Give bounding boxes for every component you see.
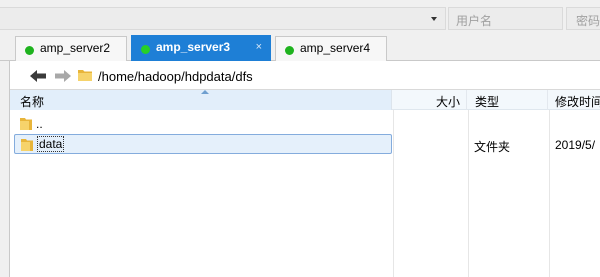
status-dot-icon (141, 45, 150, 54)
sort-ascending-icon (201, 90, 209, 94)
forward-arrow-icon[interactable] (53, 68, 73, 84)
username-field[interactable]: 用户名 (448, 7, 563, 30)
tab-amp-server4[interactable]: amp_server4 (275, 36, 387, 61)
close-icon[interactable]: × (256, 41, 262, 53)
folder-icon (20, 118, 32, 130)
tab-label: amp_server4 (300, 41, 371, 55)
tab-amp-server2[interactable]: amp_server2 (15, 36, 127, 61)
column-name[interactable]: 名称 (10, 90, 392, 110)
column-divider (549, 110, 550, 277)
host-combobox[interactable] (0, 7, 446, 30)
status-dot-icon (285, 46, 294, 55)
tab-amp-server3[interactable]: amp_server3 × (131, 35, 271, 62)
column-type[interactable]: 类型 (468, 90, 548, 110)
column-modified[interactable]: 修改时间 (549, 90, 600, 110)
chevron-down-icon[interactable] (431, 17, 437, 21)
file-name: .. (36, 117, 43, 131)
back-arrow-icon[interactable] (28, 68, 48, 84)
column-size[interactable]: 大小 (393, 90, 467, 110)
tab-label: amp_server3 (156, 40, 231, 54)
file-row-data[interactable]: data (14, 134, 392, 154)
file-browser-pane: /home/hadoop/hdpdata/dfs 名称 大小 类型 修改时间 .… (9, 61, 600, 277)
password-field[interactable]: 密码 (566, 7, 600, 30)
path-bar: /home/hadoop/hdpdata/dfs (10, 61, 600, 90)
file-modified: 2019/5/ (555, 138, 596, 152)
column-divider (468, 110, 469, 277)
folder-icon (78, 70, 92, 81)
tab-label: amp_server2 (40, 41, 111, 55)
file-name: data (37, 136, 65, 152)
file-row-parent[interactable]: .. (14, 114, 392, 134)
session-tabs: amp_server2 amp_server3 × amp_server4 (0, 34, 600, 62)
folder-icon (21, 139, 33, 151)
file-type: 文件夹 (474, 140, 511, 154)
column-divider (393, 110, 394, 277)
current-path[interactable]: /home/hadoop/hdpdata/dfs (98, 69, 253, 84)
column-header: 名称 大小 类型 修改时间 (10, 90, 600, 110)
status-dot-icon (25, 46, 34, 55)
column-name-label: 名称 (20, 95, 45, 109)
connection-bar: 用户名 密码 (0, 0, 600, 34)
